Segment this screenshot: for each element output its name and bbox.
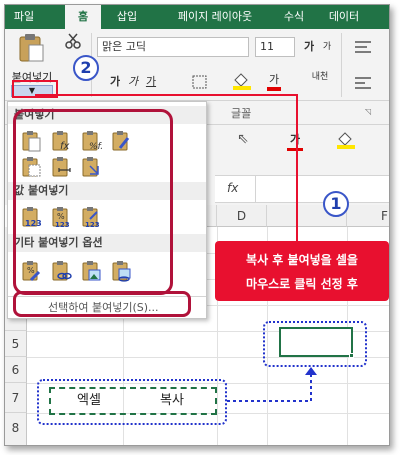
- mini-font-color-button[interactable]: 가: [287, 131, 303, 151]
- ribbon-tabs: 파일 홈 삽입 페이지 레이아웃 수식 데이터: [5, 5, 389, 30]
- target-cell-highlight: [263, 321, 367, 367]
- cursor-icon: ⇖: [237, 131, 249, 147]
- ribbon-home: 붙여넣기 ▼ 맑은 고딕 11 가 가 가 가 가 가 내천: [5, 29, 389, 101]
- tab-formulas[interactable]: 수식: [277, 5, 311, 29]
- font-size-select[interactable]: 11: [255, 37, 295, 57]
- font-group-label: 글꼴: [231, 107, 252, 120]
- paste-button[interactable]: 붙여넣기 ▼: [7, 31, 57, 97]
- paste-dropdown-arrow[interactable]: ▼: [11, 85, 53, 97]
- font-shrink-button[interactable]: 가: [319, 38, 335, 56]
- italic-button[interactable]: 가: [127, 73, 139, 91]
- source-cells-highlight: [37, 379, 227, 425]
- cut-icon[interactable]: [65, 33, 81, 49]
- insert-function-button[interactable]: fx: [227, 181, 238, 195]
- tab-insert[interactable]: 삽입: [109, 5, 145, 29]
- callout-line-1: 복사 후 붙여넣을 셀을: [246, 253, 358, 267]
- font-grow-button[interactable]: 가: [301, 38, 317, 56]
- phonetic-button[interactable]: 내천: [309, 72, 331, 92]
- fill-color-icon[interactable]: [231, 72, 253, 90]
- font-color-button[interactable]: 가: [267, 71, 281, 91]
- instruction-callout: 복사 후 붙여넣을 셀을 마우스로 클릭 선정 후: [215, 241, 389, 301]
- tab-file[interactable]: 파일: [7, 5, 41, 29]
- tab-data[interactable]: 데이터: [321, 5, 367, 29]
- border-icon[interactable]: [191, 74, 209, 90]
- screenshot-frame: 파일 홈 삽입 페이지 레이아웃 수식 데이터 붙여넣기 ▼ 맑은 고딕 11 …: [0, 0, 400, 455]
- row-header-7[interactable]: 7: [5, 383, 27, 413]
- tab-page-layout[interactable]: 페이지 레이아웃: [163, 5, 267, 29]
- row-header-8[interactable]: 8: [5, 413, 27, 445]
- callout-line-2: 마우스로 클릭 선정 후: [246, 277, 358, 291]
- row-header-6[interactable]: 6: [5, 357, 27, 383]
- underline-button[interactable]: 가: [145, 73, 157, 91]
- ribbon-divider-2: [341, 33, 342, 97]
- formula-input[interactable]: [255, 176, 389, 202]
- paste-options-highlight: [13, 109, 173, 295]
- mini-fill-color-icon[interactable]: [335, 131, 357, 149]
- align-left-icon[interactable]: [353, 75, 373, 91]
- step-marker-1: 1: [323, 191, 349, 217]
- paste-label: 붙여넣기: [11, 71, 53, 84]
- clipboard-icon: [19, 34, 44, 62]
- bold-button[interactable]: 가: [109, 73, 121, 91]
- align-icon[interactable]: [353, 39, 373, 55]
- paste-special-highlight: [13, 291, 191, 317]
- tab-home[interactable]: 홈: [65, 5, 101, 30]
- column-header-f[interactable]: F: [347, 205, 389, 227]
- excel-window: 파일 홈 삽입 페이지 레이아웃 수식 데이터 붙여넣기 ▼ 맑은 고딕 11 …: [4, 4, 390, 446]
- step-marker-2: 2: [73, 55, 99, 81]
- row-header-5[interactable]: 5: [5, 331, 27, 357]
- column-header-d[interactable]: D: [217, 205, 267, 227]
- dialog-launcher-icon[interactable]: ◹: [365, 107, 371, 116]
- font-name-select[interactable]: 맑은 고딕: [97, 37, 249, 57]
